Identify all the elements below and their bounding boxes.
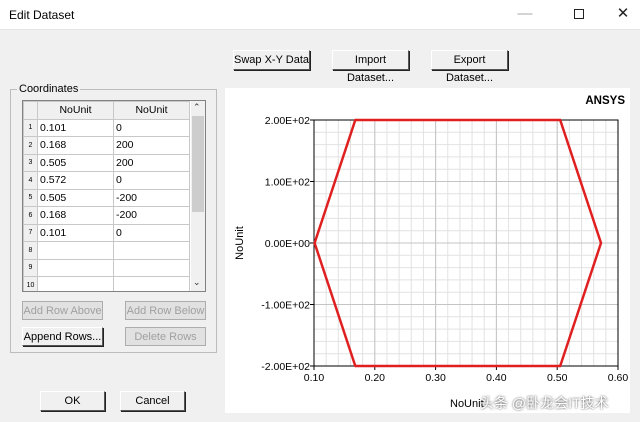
data-point (559, 118, 562, 122)
cell-x[interactable]: 0.572 (37, 171, 114, 190)
cell-y[interactable] (113, 241, 190, 260)
cell-x[interactable] (37, 276, 114, 291)
y-tick-label: 0.00E+00 (265, 238, 310, 250)
x-axis-label: NoUnit (450, 398, 484, 410)
row-header[interactable]: 2 (23, 136, 38, 155)
scroll-down-icon[interactable]: ⌄ (193, 277, 201, 288)
y-tick-label: -2.00E+02 (261, 361, 310, 373)
cell-x[interactable]: 0.168 (37, 206, 114, 225)
maximize-icon (574, 9, 584, 19)
watermark: 头条 @卧龙会IT技术 (480, 395, 609, 411)
ok-button[interactable]: OK (40, 391, 105, 411)
data-point (313, 241, 316, 245)
coordinates-table[interactable]: NoUnit NoUnit 1 0.101 0 2 0.168 200 3 0.505 200 4… (22, 100, 206, 292)
minimize-button[interactable]: — (502, 0, 548, 30)
y-tick-label: 2.00E+02 (265, 115, 310, 127)
cell-x[interactable] (37, 258, 114, 277)
column-header-x[interactable]: NoUnit (37, 101, 114, 120)
row-header[interactable]: 8 (23, 241, 38, 260)
cell-x[interactable]: 0.168 (37, 136, 114, 155)
ansys-logo: ANSYS (585, 95, 625, 107)
table-corner (23, 101, 38, 120)
table-row[interactable]: 1 0.101 0 (23, 118, 190, 137)
cell-y[interactable] (113, 258, 190, 277)
row-header[interactable]: 9 (23, 258, 38, 277)
data-point (354, 118, 357, 122)
table-row[interactable]: 2 0.168 200 (23, 136, 190, 155)
scroll-thumb[interactable] (192, 116, 204, 212)
delete-rows-button[interactable]: Delete Rows (125, 327, 206, 346)
row-header[interactable]: 3 (23, 153, 38, 172)
table-row[interactable]: 6 0.168 -200 (23, 206, 190, 225)
x-tick-label: 0.20 (365, 372, 386, 384)
table-row[interactable]: 5 0.505 -200 (23, 188, 190, 207)
swap-xy-button[interactable]: Swap X-Y Data (233, 50, 310, 70)
window-title: Edit Dataset (9, 8, 75, 22)
add-row-below-button[interactable]: Add Row Below (125, 301, 206, 320)
x-tick-label: 0.10 (304, 372, 325, 384)
y-tick-label: 1.00E+02 (265, 177, 310, 189)
coordinates-label: Coordinates (17, 83, 81, 95)
row-header[interactable]: 4 (23, 171, 38, 190)
cell-y[interactable]: 0 (113, 118, 190, 137)
table-scrollbar[interactable]: ⌃ ⌄ (191, 101, 205, 291)
x-tick-label: 0.50 (547, 372, 568, 384)
cell-x[interactable] (37, 241, 114, 260)
import-dataset-button[interactable]: Import Dataset... (332, 50, 409, 84)
data-point (354, 364, 357, 368)
table-row[interactable]: 9 (23, 258, 190, 277)
x-tick-label: 0.30 (425, 372, 446, 384)
cell-x[interactable]: 0.505 (37, 153, 114, 172)
data-point (559, 364, 562, 368)
cancel-button[interactable]: Cancel (120, 391, 185, 411)
cell-y[interactable]: 200 (113, 153, 190, 172)
title-bar: Edit Dataset — ✕ (0, 0, 640, 30)
row-header[interactable]: 6 (23, 206, 38, 225)
column-header-y[interactable]: NoUnit (113, 101, 190, 120)
y-axis-label: NoUnit (234, 226, 246, 260)
table-row[interactable]: 8 (23, 241, 190, 260)
plot-svg: 0.10 0.20 0.30 0.40 0.50 0.60 2.00E+02 1.00E+02… (234, 95, 629, 410)
row-header[interactable]: 5 (23, 188, 38, 207)
cell-y[interactable] (113, 276, 190, 291)
table-row[interactable]: 10 (23, 276, 190, 291)
cell-x[interactable]: 0.101 (37, 223, 114, 242)
x-tick-label: 0.60 (608, 372, 629, 384)
close-button[interactable]: ✕ (600, 0, 640, 30)
data-point (599, 241, 603, 245)
close-icon: ✕ (616, 5, 630, 22)
y-tick-label: -1.00E+02 (261, 300, 310, 312)
export-dataset-button[interactable]: Export Dataset... (431, 50, 508, 84)
add-row-above-button[interactable]: Add Row Above (22, 301, 103, 320)
cell-y[interactable]: 0 (113, 223, 190, 242)
cell-x[interactable]: 0.505 (37, 188, 114, 207)
table-row[interactable]: 4 0.572 0 (23, 171, 190, 190)
cell-y[interactable]: -200 (113, 206, 190, 225)
scroll-up-icon[interactable]: ⌃ (193, 102, 201, 113)
dataset-plot: 0.10 0.20 0.30 0.40 0.50 0.60 2.00E+02 1.00E+02… (225, 88, 630, 413)
minimize-icon: — (517, 5, 533, 22)
x-tick-label: 0.40 (486, 372, 507, 384)
table-row[interactable]: 3 0.505 200 (23, 153, 190, 172)
cell-y[interactable]: 0 (113, 171, 190, 190)
table-row[interactable]: 7 0.101 0 (23, 223, 190, 242)
cell-y[interactable]: -200 (113, 188, 190, 207)
row-header[interactable]: 1 (23, 118, 38, 137)
append-rows-button[interactable]: Append Rows... (22, 327, 103, 346)
maximize-button[interactable] (556, 0, 602, 30)
cell-x[interactable]: 0.101 (37, 118, 114, 137)
cell-y[interactable]: 200 (113, 136, 190, 155)
row-header[interactable]: 7 (23, 223, 38, 242)
row-header[interactable]: 10 (23, 276, 38, 291)
